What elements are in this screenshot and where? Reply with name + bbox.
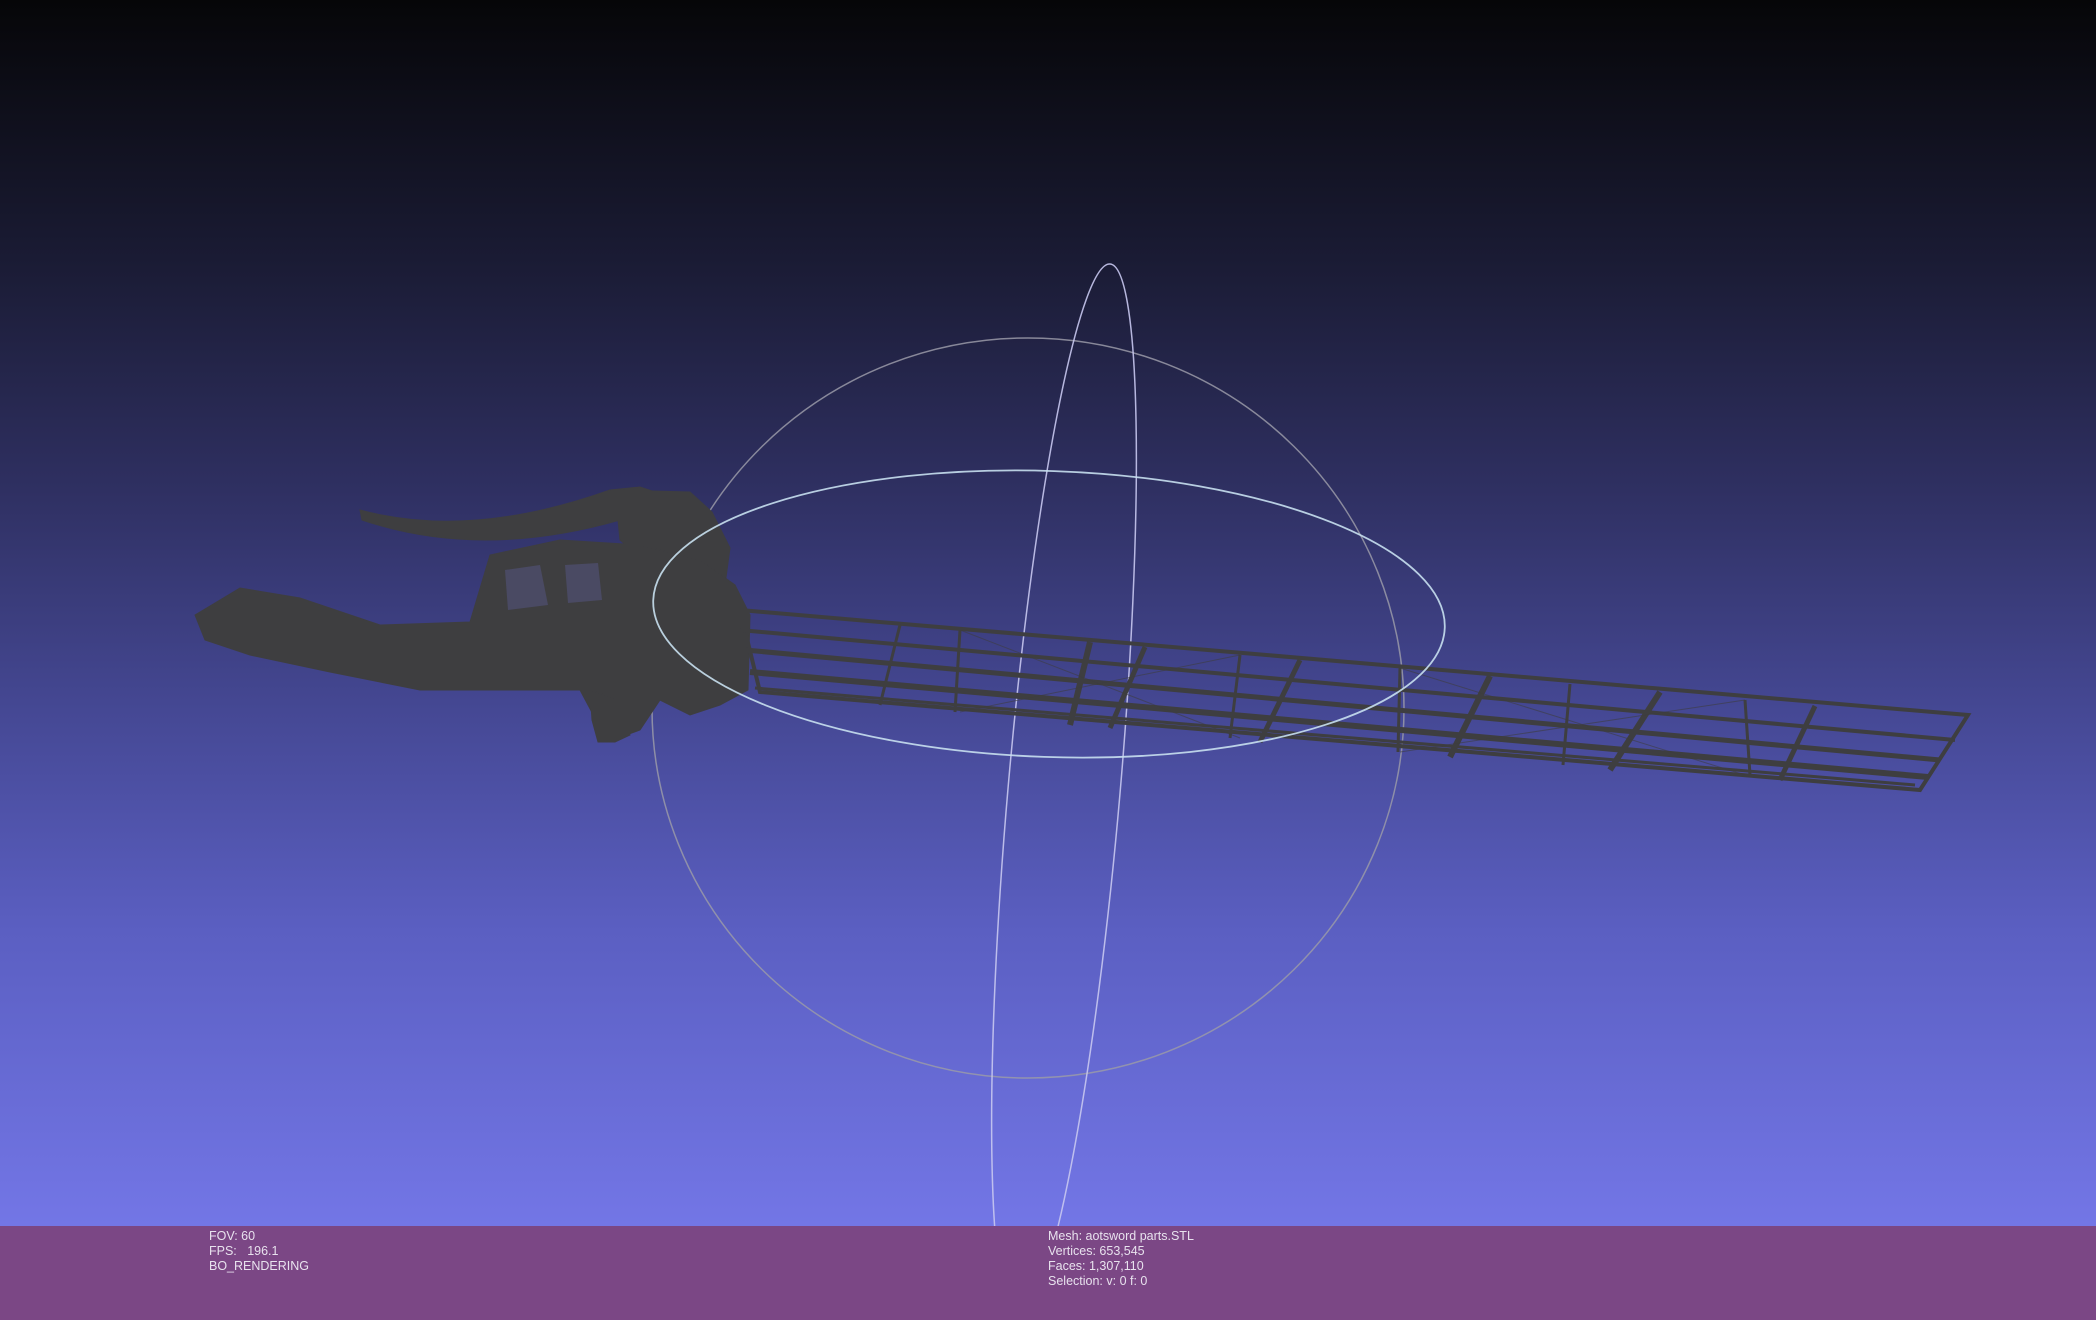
- trackball-sphere: [651, 337, 1405, 1079]
- selection-label: Selection: v: 0 f: 0: [1048, 1274, 1148, 1288]
- fps-label: FPS: 196.1: [209, 1244, 279, 1258]
- fov-label: FOV: 60: [209, 1229, 256, 1243]
- sword-mesh: [194, 486, 751, 743]
- faces-count-label: Faces: 1,307,110: [1048, 1259, 1144, 1273]
- render-info: FOV: 60 FPS: 196.1 BO_RENDERING: [209, 1229, 309, 1274]
- info-bar: FOV: 60 FPS: 196.1 BO_RENDERING Mesh: ao…: [0, 1226, 2096, 1320]
- blade-rail-low: [749, 669, 1929, 780]
- blade-frame: [737, 607, 1972, 793]
- vertices-count-label: Vertices: 653,545: [1048, 1244, 1145, 1258]
- trackball-vertical-ring: [990, 263, 1138, 1226]
- mesh-window-2: [565, 563, 602, 603]
- scene-svg: [194, 263, 1972, 1226]
- mesh-name-label: Mesh: aotsword parts.STL: [1048, 1229, 1194, 1243]
- render-mode-label: BO_RENDERING: [209, 1259, 310, 1273]
- 3d-viewport[interactable]: [0, 0, 2096, 1226]
- mesh-info: Mesh: aotsword parts.STL Vertices: 653,5…: [1048, 1229, 1194, 1289]
